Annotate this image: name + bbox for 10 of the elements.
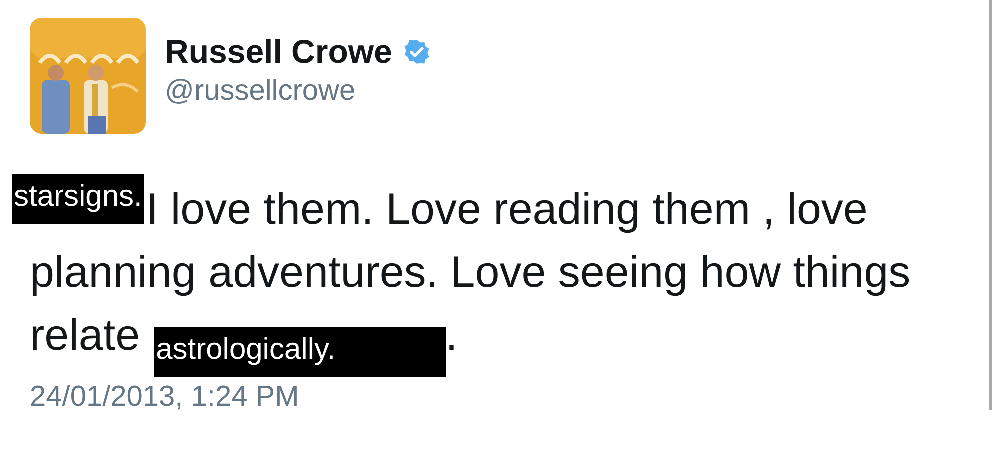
tweet-text: .: [446, 310, 458, 360]
tweet-text: relate: [30, 310, 140, 360]
scrollbar[interactable]: [989, 0, 992, 410]
author-handle[interactable]: @russellcrowe: [165, 74, 430, 108]
tweet-timestamp: 24/01/2013, 1:24 PM: [30, 381, 300, 414]
tweet-text: I love them. Love reading them , love: [146, 184, 868, 234]
tweet-text: planning adventures. Love seeing how things: [30, 248, 911, 298]
caption-label: starsigns.: [12, 174, 144, 224]
caption-label: astrologically.: [154, 327, 446, 377]
author-name: Russell Crowe: [165, 32, 392, 70]
